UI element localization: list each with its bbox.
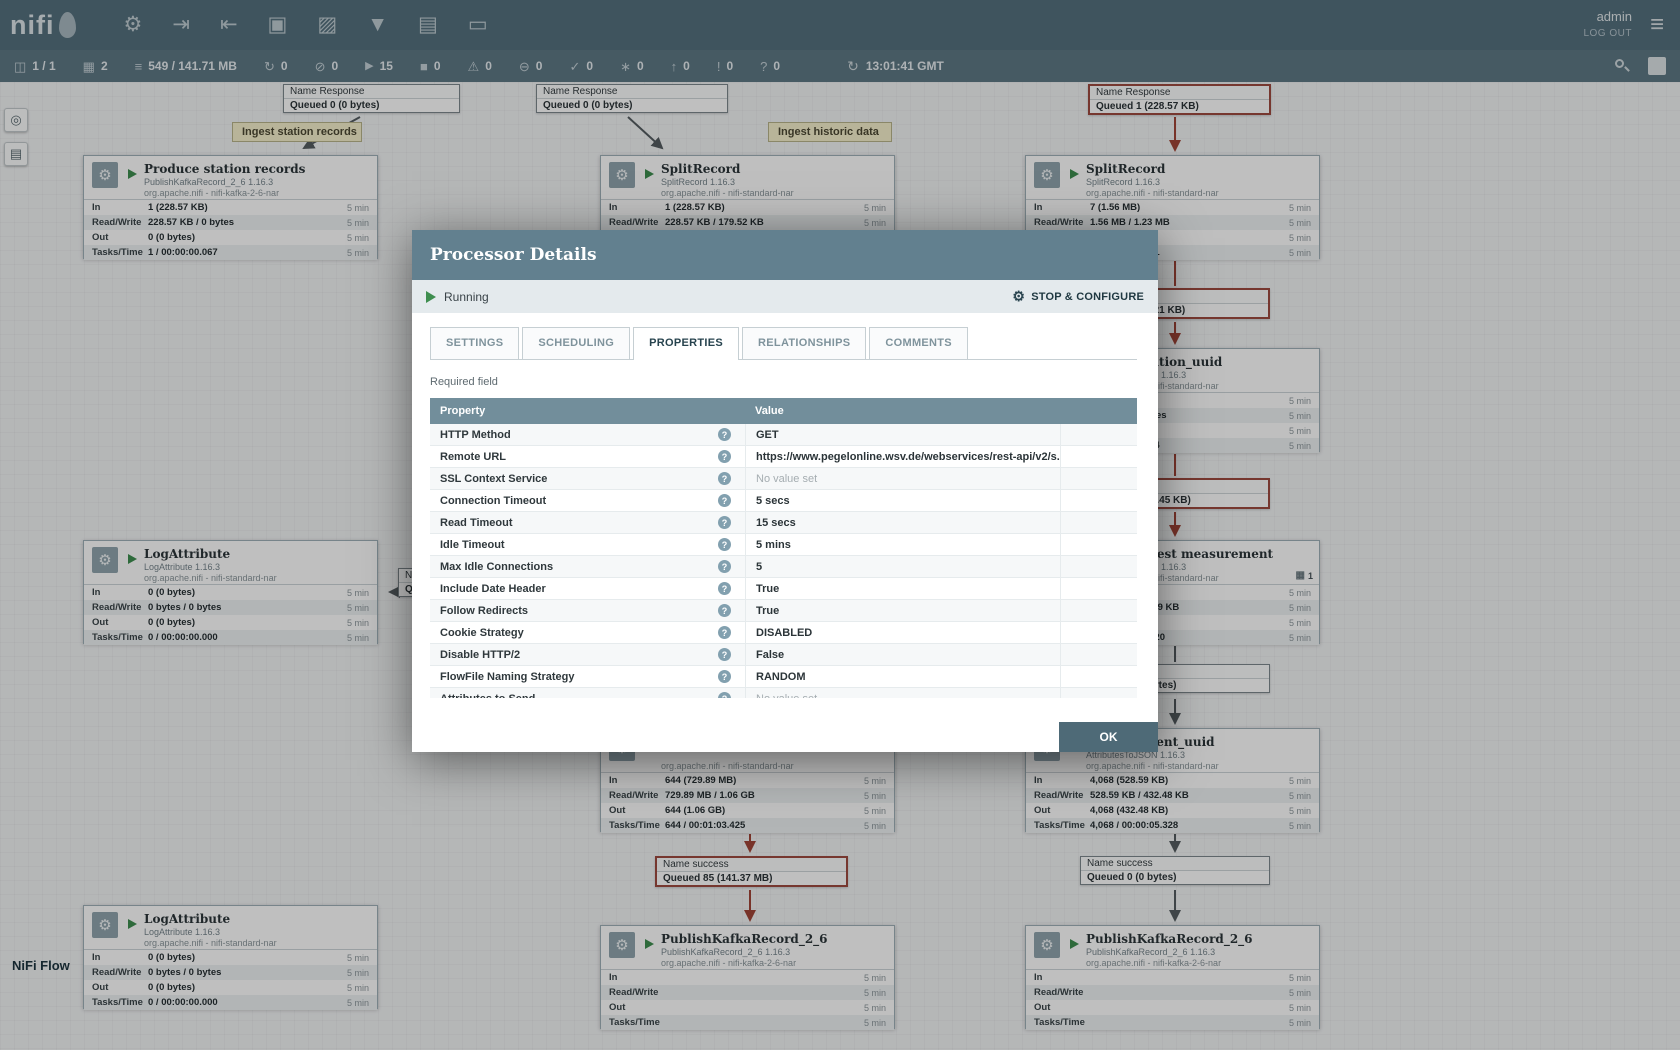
tab-settings[interactable]: SETTINGS [430, 327, 519, 359]
property-row: Remote URL? https://www.pegelonline.wsv.… [430, 446, 1137, 468]
help-icon[interactable]: ? [718, 516, 731, 529]
value-column-header: Value [745, 405, 1137, 417]
property-value: 5 mins [745, 534, 1060, 555]
property-value: 5 [745, 556, 1060, 577]
help-icon[interactable]: ? [718, 538, 731, 551]
property-row: Max Idle Connections? 5 [430, 556, 1137, 578]
tab-comments[interactable]: COMMENTS [869, 327, 968, 359]
help-icon[interactable]: ? [718, 450, 731, 463]
property-value: GET [745, 424, 1060, 445]
property-row: Include Date Header? True [430, 578, 1137, 600]
run-status-label: Running [444, 290, 489, 304]
dialog-body: SETTINGS SCHEDULING PROPERTIES RELATIONS… [412, 313, 1158, 698]
help-icon[interactable]: ? [718, 560, 731, 573]
gear-icon: ⚙ [1012, 288, 1025, 305]
property-value: No value set [745, 688, 1060, 698]
property-value: DISABLED [745, 622, 1060, 643]
property-row: Disable HTTP/2? False [430, 644, 1137, 666]
property-row: Connection Timeout? 5 secs [430, 490, 1137, 512]
property-value: True [745, 578, 1060, 599]
properties-table-header: Property Value [430, 398, 1137, 424]
property-value: True [745, 600, 1060, 621]
property-row: HTTP Method? GET [430, 424, 1137, 446]
property-column-header: Property [430, 405, 745, 417]
property-row: Cookie Strategy? DISABLED [430, 622, 1137, 644]
processor-details-dialog: Processor Details Running ⚙ STOP & CONFI… [412, 230, 1158, 752]
property-value: 5 secs [745, 490, 1060, 511]
help-icon[interactable]: ? [718, 626, 731, 639]
dialog-tabs: SETTINGS SCHEDULING PROPERTIES RELATIONS… [430, 327, 1137, 360]
help-icon[interactable]: ? [718, 604, 731, 617]
property-row: Idle Timeout? 5 mins [430, 534, 1137, 556]
property-value: No value set [745, 468, 1060, 489]
ok-button[interactable]: OK [1059, 722, 1158, 752]
stop-and-configure-button[interactable]: ⚙ STOP & CONFIGURE [1012, 288, 1144, 305]
property-value: RANDOM [745, 666, 1060, 687]
help-icon[interactable]: ? [718, 494, 731, 507]
tab-properties[interactable]: PROPERTIES [633, 327, 739, 360]
tab-relationships[interactable]: RELATIONSHIPS [742, 327, 866, 359]
dialog-status-row: Running ⚙ STOP & CONFIGURE [412, 280, 1158, 313]
required-field-note: Required field [430, 376, 1137, 388]
help-icon[interactable]: ? [718, 582, 731, 595]
property-row: Attributes to Send? No value set [430, 688, 1137, 698]
property-row: Follow Redirects? True [430, 600, 1137, 622]
help-icon[interactable]: ? [718, 472, 731, 485]
dialog-title: Processor Details [412, 230, 1158, 280]
property-row: SSL Context Service? No value set [430, 468, 1137, 490]
help-icon[interactable]: ? [718, 648, 731, 661]
properties-table: Property Value HTTP Method? GET Remote U… [430, 398, 1137, 698]
property-row: Read Timeout? 15 secs [430, 512, 1137, 534]
property-value: False [745, 644, 1060, 665]
running-status-icon [426, 291, 436, 303]
help-icon[interactable]: ? [718, 670, 731, 683]
property-value: https://www.pegelonline.wsv.de/webservic… [745, 446, 1060, 467]
tab-scheduling[interactable]: SCHEDULING [522, 327, 630, 359]
property-value: 15 secs [745, 512, 1060, 533]
property-row: FlowFile Naming Strategy? RANDOM [430, 666, 1137, 688]
help-icon[interactable]: ? [718, 428, 731, 441]
help-icon[interactable]: ? [718, 692, 731, 698]
